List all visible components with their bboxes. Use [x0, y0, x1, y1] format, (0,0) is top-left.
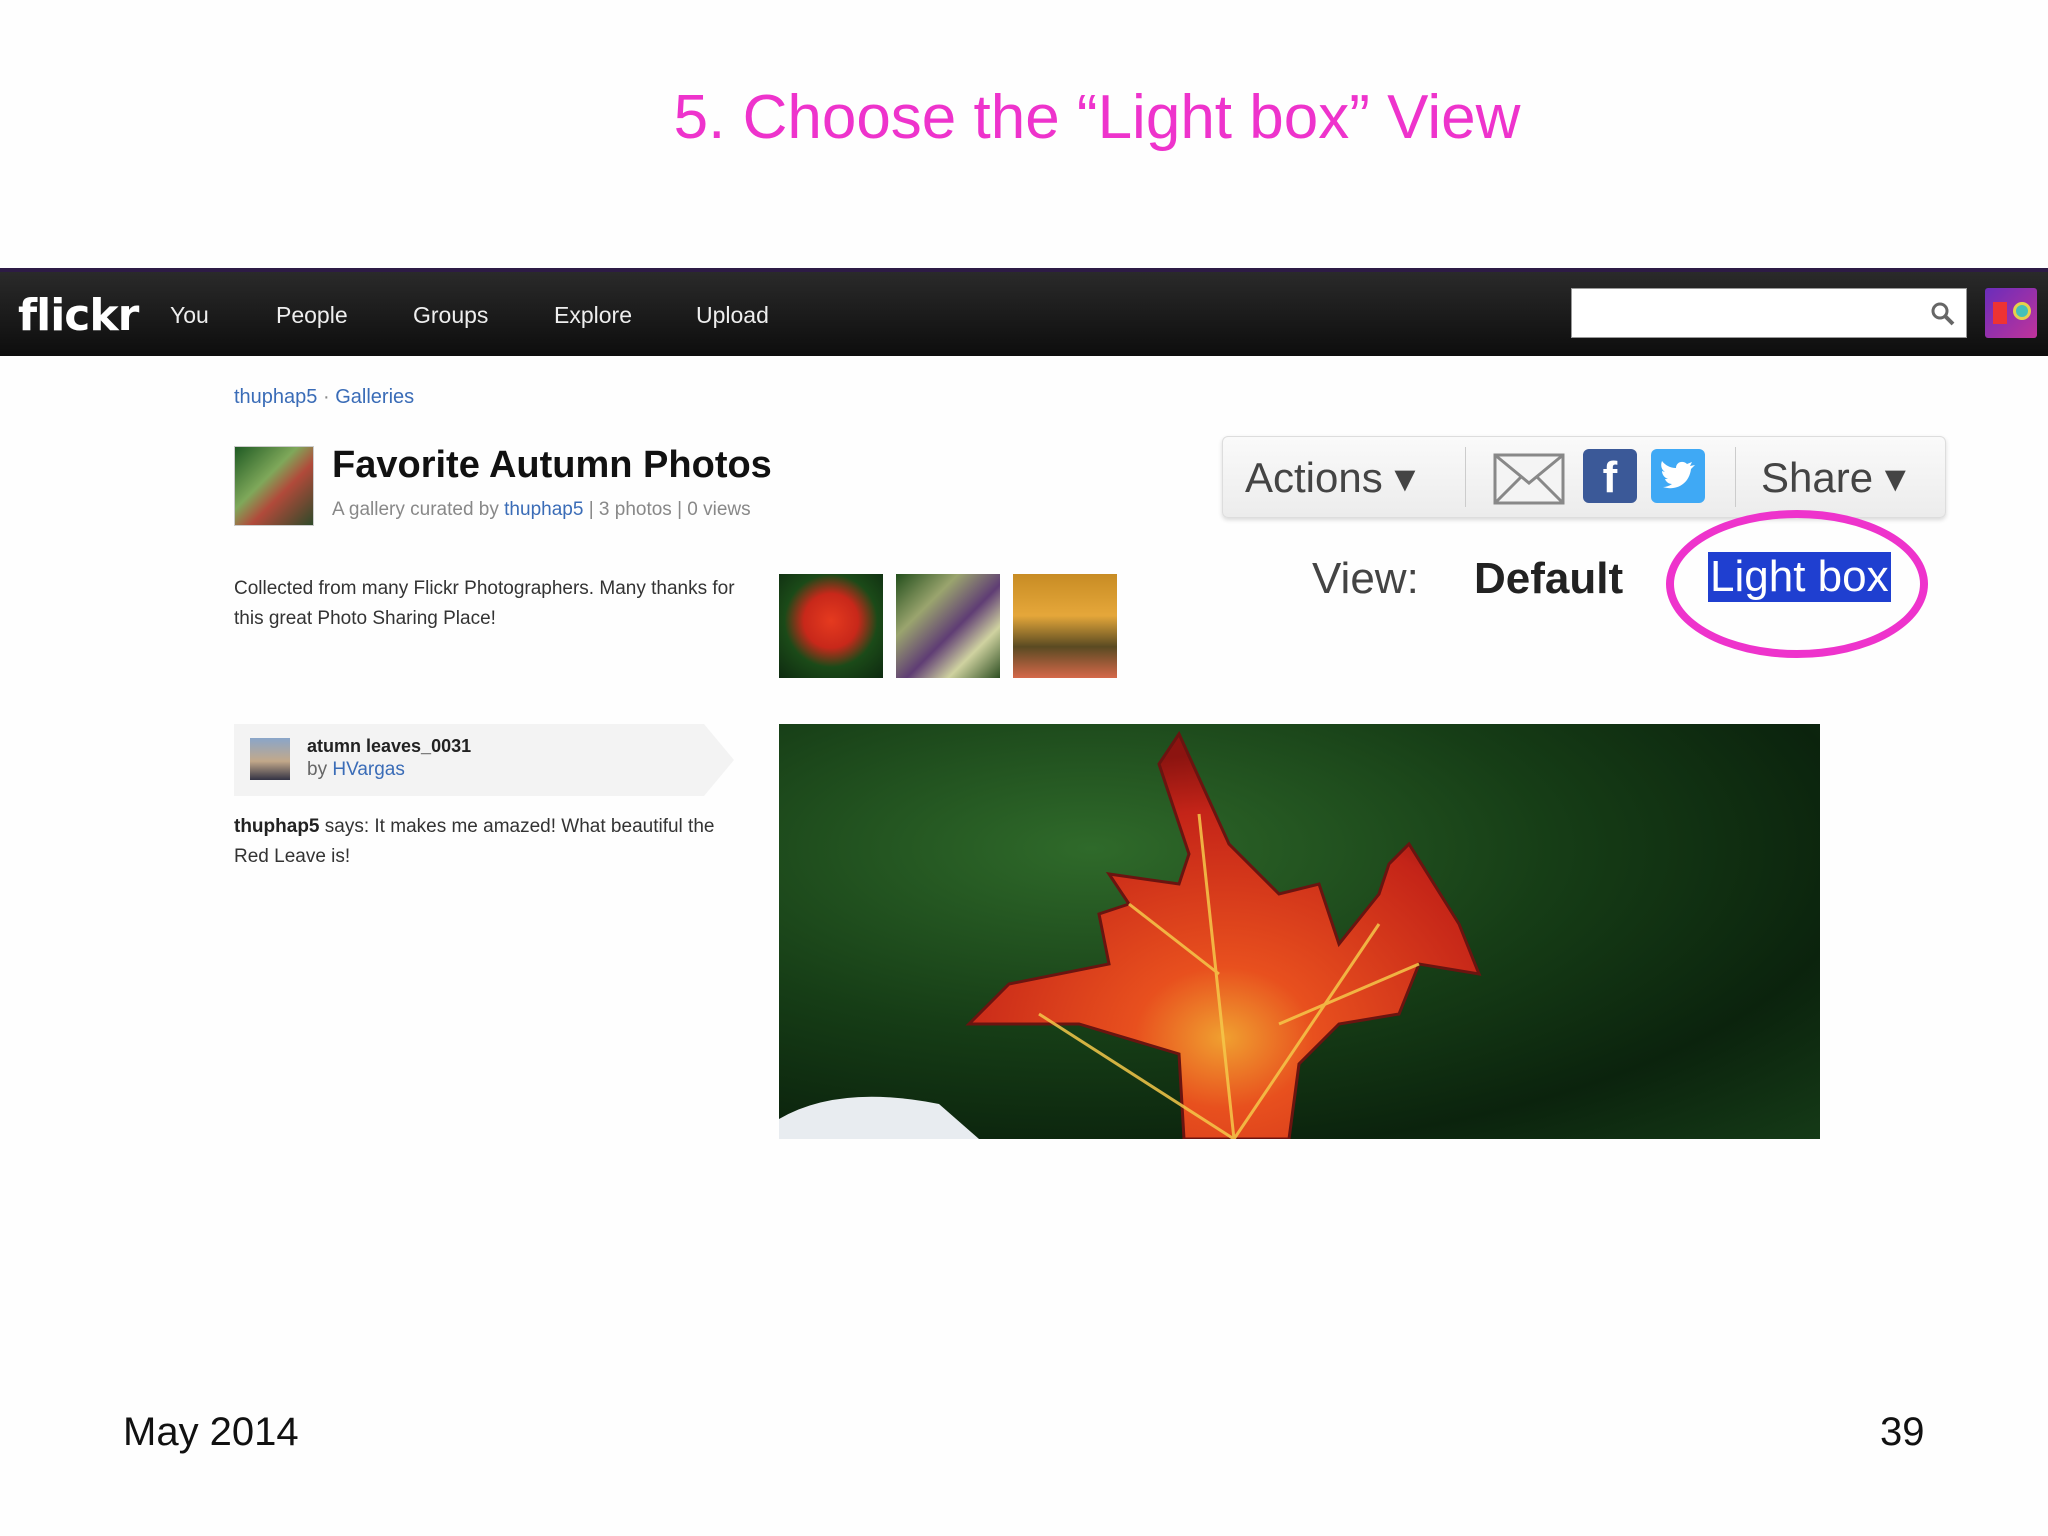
photo-thumbnail[interactable]	[779, 574, 883, 678]
author-avatar[interactable]	[250, 738, 290, 780]
divider	[1465, 447, 1466, 507]
breadcrumb: thuphap5 · Galleries	[234, 386, 414, 409]
gallery-meta-suffix: | 3 photos | 0 views	[588, 499, 751, 520]
photo-author-line: by HVargas	[307, 759, 405, 781]
main-photo[interactable]	[779, 724, 1820, 1139]
by-prefix: by	[307, 759, 328, 780]
search-icon[interactable]	[1930, 301, 1956, 332]
view-label: View:	[1312, 554, 1419, 603]
slide-title: 5. Choose the “Light box” View	[673, 83, 1521, 152]
photo-thumbnail[interactable]	[896, 574, 1000, 678]
breadcrumb-galleries-link[interactable]: Galleries	[335, 386, 414, 408]
flickr-navbar: flickr You People Groups Explore Upload	[0, 268, 2048, 356]
mail-icon[interactable]	[1493, 453, 1565, 510]
annotation-highlight-circle	[1666, 510, 1928, 658]
gallery-meta: A gallery curated by thuphap5 | 3 photos…	[332, 499, 751, 521]
nav-you[interactable]: You	[170, 302, 209, 329]
author-link[interactable]: HVargas	[332, 759, 405, 780]
gallery-description: Collected from many Flickr Photographers…	[234, 578, 735, 629]
nav-people[interactable]: People	[276, 302, 348, 329]
search-input[interactable]	[1580, 289, 1914, 337]
nav-upload[interactable]: Upload	[696, 302, 769, 329]
gallery-meta-prefix: A gallery curated by	[332, 499, 499, 520]
footer-date: May 2014	[123, 1410, 299, 1454]
commenter-name[interactable]: thuphap5	[234, 816, 320, 837]
view-default-option[interactable]: Default	[1474, 554, 1623, 604]
gallery-title: Favorite Autumn Photos	[332, 444, 772, 486]
search-box	[1571, 288, 1967, 338]
actions-share-bar: Actions ▾ f Share ▾	[1222, 436, 1946, 518]
twitter-icon[interactable]	[1651, 449, 1705, 503]
flickr-logo[interactable]: flickr	[18, 290, 139, 341]
red-maple-leaf-image	[779, 730, 1482, 1139]
breadcrumb-separator: ·	[322, 386, 330, 408]
actions-dropdown[interactable]: Actions ▾	[1245, 453, 1415, 502]
photo-info-card[interactable]: atumn leaves_0031 by HVargas	[234, 724, 734, 796]
curator-comment: thuphap5 says: It makes me amazed! What …	[234, 812, 754, 872]
share-dropdown[interactable]: Share ▾	[1761, 453, 1906, 502]
facebook-icon[interactable]: f	[1583, 449, 1637, 503]
divider	[1735, 447, 1736, 507]
breadcrumb-user-link[interactable]: thuphap5	[234, 386, 317, 408]
photo-title[interactable]: atumn leaves_0031	[307, 736, 471, 757]
photo-thumbnail[interactable]	[1013, 574, 1117, 678]
nav-groups[interactable]: Groups	[413, 302, 488, 329]
gallery-cover-thumbnail[interactable]	[234, 446, 314, 526]
curator-link[interactable]: thuphap5	[504, 499, 583, 520]
user-avatar[interactable]	[1985, 288, 2037, 338]
page-number: 39	[1880, 1410, 1925, 1454]
nav-explore[interactable]: Explore	[554, 302, 632, 329]
